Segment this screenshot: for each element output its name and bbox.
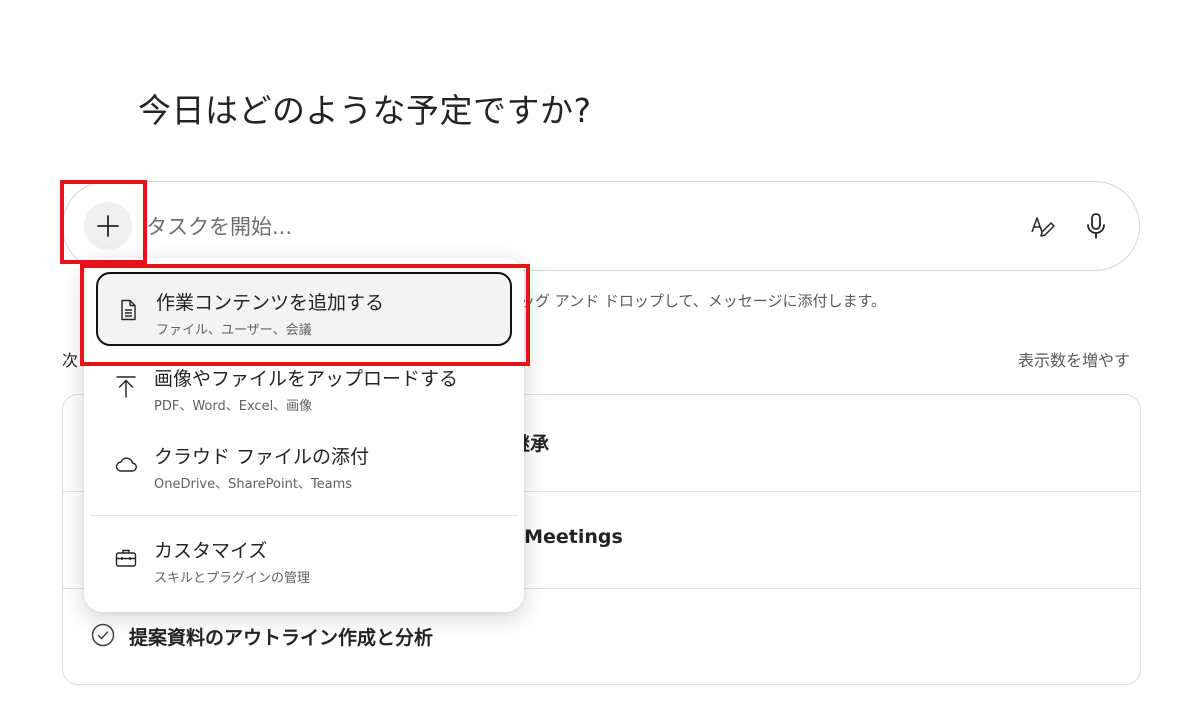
menu-item-sub: OneDrive、SharePoint、Teams <box>154 477 353 492</box>
microphone-button[interactable] <box>1078 208 1114 244</box>
drag-drop-hint: ッグ アンド ドロップして、メッセージに添付します。 <box>520 292 886 310</box>
menu-item-label: 画像やファイルをアップロードする <box>154 368 459 390</box>
task-input[interactable] <box>144 206 1008 248</box>
text-edit-pen-icon <box>1031 217 1055 237</box>
menu-item-upload[interactable]: 画像やファイルをアップロードする PDF、Word、Excel、画像 <box>96 350 512 424</box>
menu-item-sub: PDF、Word、Excel、画像 <box>154 399 313 414</box>
menu-item-customize[interactable]: カスタマイズ スキルとプラグインの管理 <box>96 522 512 596</box>
menu-item-cloud-files[interactable]: クラウド ファイルの添付 OneDrive、SharePoint、Teams <box>96 428 512 502</box>
menu-item-label: カスタマイズ <box>154 540 268 562</box>
add-button[interactable] <box>84 202 132 250</box>
rewrite-button[interactable] <box>1024 208 1060 244</box>
cloud-icon <box>115 457 137 472</box>
plus-icon <box>97 215 119 237</box>
menu-item-label: 作業コンテンツを追加する <box>156 292 385 314</box>
task-title: 提案資料のアウトライン作成と分析 <box>129 627 434 649</box>
add-content-menu: 作業コンテンツを追加する ファイル、ユーザー、会議 画像やファイルをアップロード… <box>84 258 524 612</box>
section-label: 次 <box>62 351 79 370</box>
task-title: l Meetings <box>511 526 623 548</box>
document-icon <box>121 299 136 321</box>
menu-item-sub: ファイル、ユーザー、会議 <box>156 323 312 338</box>
upload-arrow-icon <box>116 376 136 398</box>
show-more-link[interactable]: 表示数を増やす <box>1018 347 1130 371</box>
menu-item-label: クラウド ファイルの添付 <box>154 446 370 468</box>
page-title: 今日はどのような予定ですか? <box>138 91 592 130</box>
microphone-icon <box>1087 213 1105 239</box>
briefcase-icon <box>115 549 137 567</box>
menu-item-add-work-content[interactable]: 作業コンテンツを追加する ファイル、ユーザー、会議 <box>96 272 512 346</box>
menu-divider <box>90 515 518 516</box>
menu-item-sub: スキルとプラグインの管理 <box>154 571 311 586</box>
check-circle-icon <box>91 623 115 647</box>
